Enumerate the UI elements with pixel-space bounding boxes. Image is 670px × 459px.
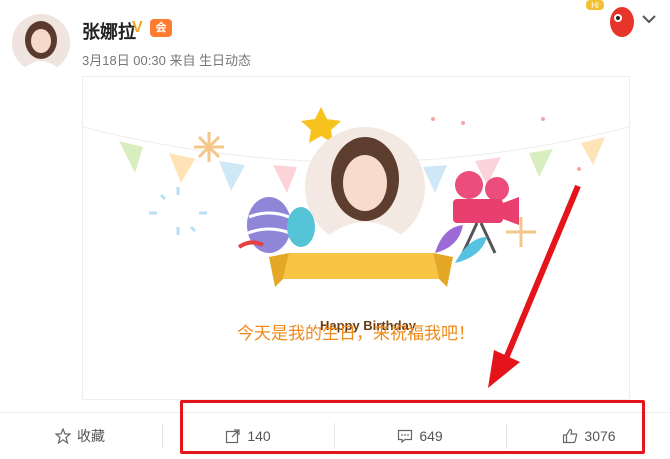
annotation-arrow-icon bbox=[488, 184, 581, 388]
